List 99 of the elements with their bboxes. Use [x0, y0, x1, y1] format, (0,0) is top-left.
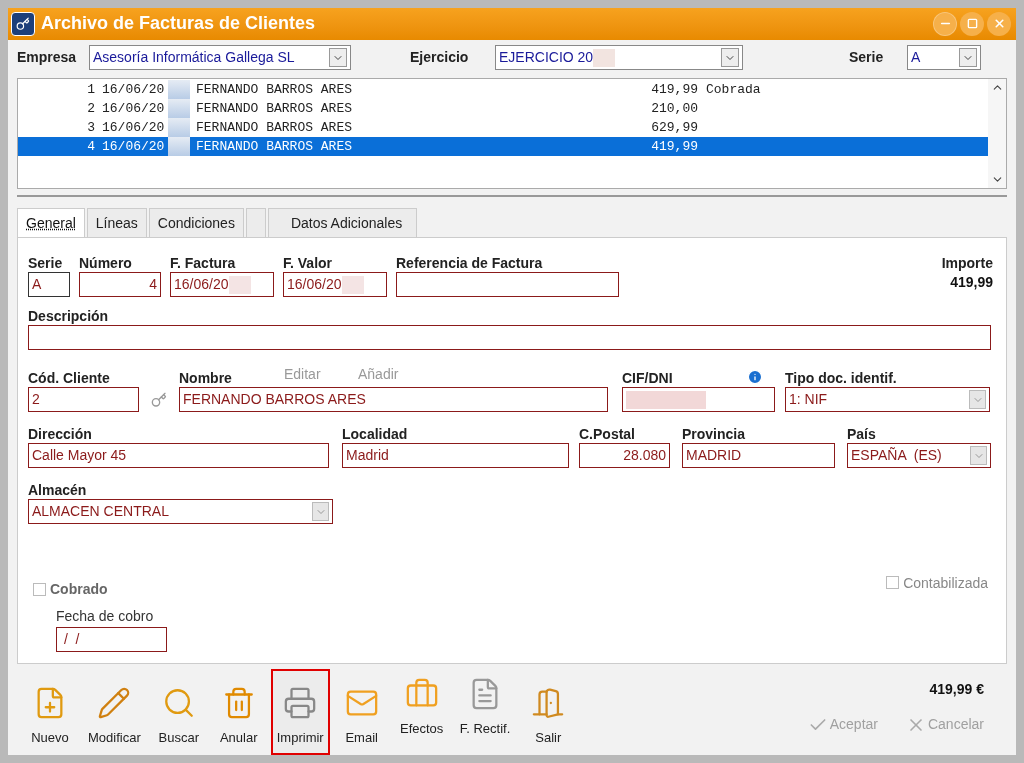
close-button[interactable] [987, 11, 1011, 36]
row-client: FERNANDO BARROS ARES [195, 99, 354, 118]
filter-label: Ejercicio [410, 48, 470, 68]
toolbar-button[interactable]: Email [333, 669, 390, 755]
scrollbar[interactable] [988, 78, 1006, 189]
invoice-row[interactable]: 4 16/06/20 FERNANDO BARROS ARES 419,99 [18, 136, 988, 156]
checkbox-label: Cobrado [50, 580, 108, 600]
dropdown-field[interactable]: ALMACEN CENTRAL [28, 499, 333, 525]
pencil-icon [97, 685, 132, 720]
toolbar-button[interactable]: Imprimir [270, 669, 330, 755]
input-field[interactable]: 2 [28, 387, 139, 413]
field-label: Cód. Cliente [28, 369, 111, 388]
info-icon[interactable] [747, 369, 763, 386]
input-field[interactable]: 28.080 [579, 443, 670, 469]
dropdown-field[interactable]: 1: NIF [785, 387, 990, 413]
row-number: 4 [86, 137, 96, 156]
tab[interactable]: Condiciones [148, 208, 244, 238]
filter-label: Empresa [17, 48, 78, 68]
toolbar-button[interactable]: Modificar [82, 669, 147, 755]
input-field[interactable]: A [28, 272, 70, 298]
tab[interactable]: Datos Adicionales [267, 208, 418, 238]
input-field[interactable] [396, 272, 619, 298]
row-client: FERNANDO BARROS ARES [195, 118, 354, 137]
input-field[interactable]: Madrid [342, 443, 569, 469]
row-status: Cobrada [705, 80, 761, 99]
redaction-mark [168, 79, 190, 99]
toolbar-button[interactable]: Buscar [150, 669, 207, 755]
row-date: 16/06/20 [101, 99, 166, 118]
minimize-button[interactable] [933, 11, 957, 36]
invoice-row[interactable]: 3 16/06/20 FERNANDO BARROS ARES 629,99 [18, 117, 988, 137]
field-label: Referencia de Factura [396, 254, 544, 273]
row-amount: 419,99 [650, 80, 698, 99]
field-label: F. Factura [170, 254, 237, 273]
row-number: 1 [86, 80, 96, 99]
toolbar-button[interactable]: Efectos [393, 669, 450, 755]
row-amount: 210,00 [650, 99, 698, 118]
app-icon [11, 11, 35, 36]
tab[interactable] [245, 208, 266, 238]
input-field[interactable]: 16/06/20 [283, 272, 387, 298]
input-field[interactable]: MADRID [682, 443, 835, 469]
dropdown-field[interactable]: ESPAÑA (ES) [847, 443, 991, 469]
toolbar-button[interactable]: Nuevo [22, 669, 78, 755]
total-amount: 419,99 € [929, 680, 984, 699]
invoice-row[interactable]: 1 16/06/20 FERNANDO BARROS ARES 419,99 Cobrada [18, 79, 988, 99]
field-label: CIF/DNI [622, 369, 673, 388]
row-client: FERNANDO BARROS ARES [195, 137, 354, 156]
tab[interactable]: Líneas [86, 208, 147, 238]
field-label: F. Valor [283, 254, 334, 273]
toolbar-button[interactable]: Anular [210, 669, 267, 755]
row-date: 16/06/20 [101, 137, 166, 156]
toolbar-button[interactable]: Salir [520, 669, 577, 755]
toolbar-button[interactable]: F. Rectif. [453, 669, 517, 755]
row-number: 2 [86, 99, 96, 118]
field-label: Tipo doc. identif. [785, 369, 898, 388]
redaction-mark [341, 275, 364, 294]
row-number: 3 [86, 118, 96, 137]
field-label: Dirección [28, 425, 93, 444]
door-icon [531, 685, 566, 720]
input-field[interactable] [28, 325, 991, 351]
input-field[interactable]: 4 [79, 272, 161, 298]
row-date: 16/06/20 [101, 118, 166, 137]
amount-value: 419,99 [950, 273, 993, 293]
key-icon[interactable] [151, 392, 167, 409]
input-field[interactable]: Calle Mayor 45 [28, 443, 329, 469]
maximize-button[interactable] [960, 11, 984, 36]
input-field[interactable]: FERNANDO BARROS ARES [179, 387, 608, 413]
checkbox[interactable] [33, 583, 46, 597]
field-label: C.Postal [579, 425, 636, 444]
input-field[interactable]: 16/06/20 [170, 272, 274, 298]
field-label: Fecha de cobro [56, 607, 155, 627]
row-date: 16/06/20 [101, 80, 166, 99]
window-title: Archivo de Facturas de Clientes [41, 12, 316, 36]
row-amount: 629,99 [650, 118, 698, 137]
invoice-row[interactable]: 2 16/06/20 FERNANDO BARROS ARES 210,00 [18, 98, 988, 118]
checkbox-label: Contabilizada [903, 574, 988, 594]
redaction-mark [228, 275, 251, 294]
field-label: Serie [28, 254, 64, 273]
dropdown-field[interactable]: EJERCICIO 20 [495, 45, 743, 71]
dropdown-field[interactable]: Asesoría Informática Gallega SL [89, 45, 351, 71]
row-client: FERNANDO BARROS ARES [195, 80, 354, 99]
printer-icon [283, 685, 318, 720]
field-label: Importe [941, 254, 993, 273]
row-amount: 419,99 [650, 137, 698, 156]
tab[interactable]: General [17, 208, 85, 238]
field-label: Descripción [28, 307, 110, 326]
redaction-mark [593, 48, 616, 67]
input-field[interactable]: / / [56, 627, 167, 653]
close-icon [992, 17, 1006, 31]
dropdown-field[interactable]: A [907, 45, 981, 71]
field-label: Número [79, 254, 133, 273]
field-label: Localidad [342, 425, 409, 444]
input-field[interactable] [622, 387, 775, 413]
maximize-icon [966, 18, 978, 30]
field-label: Nombre [179, 369, 233, 388]
field-label: País [847, 425, 877, 444]
checkbox[interactable] [886, 576, 900, 590]
field-label: Provincia [682, 425, 747, 444]
filter-label: Serie [849, 48, 885, 68]
field-label: Almacén [28, 481, 88, 500]
